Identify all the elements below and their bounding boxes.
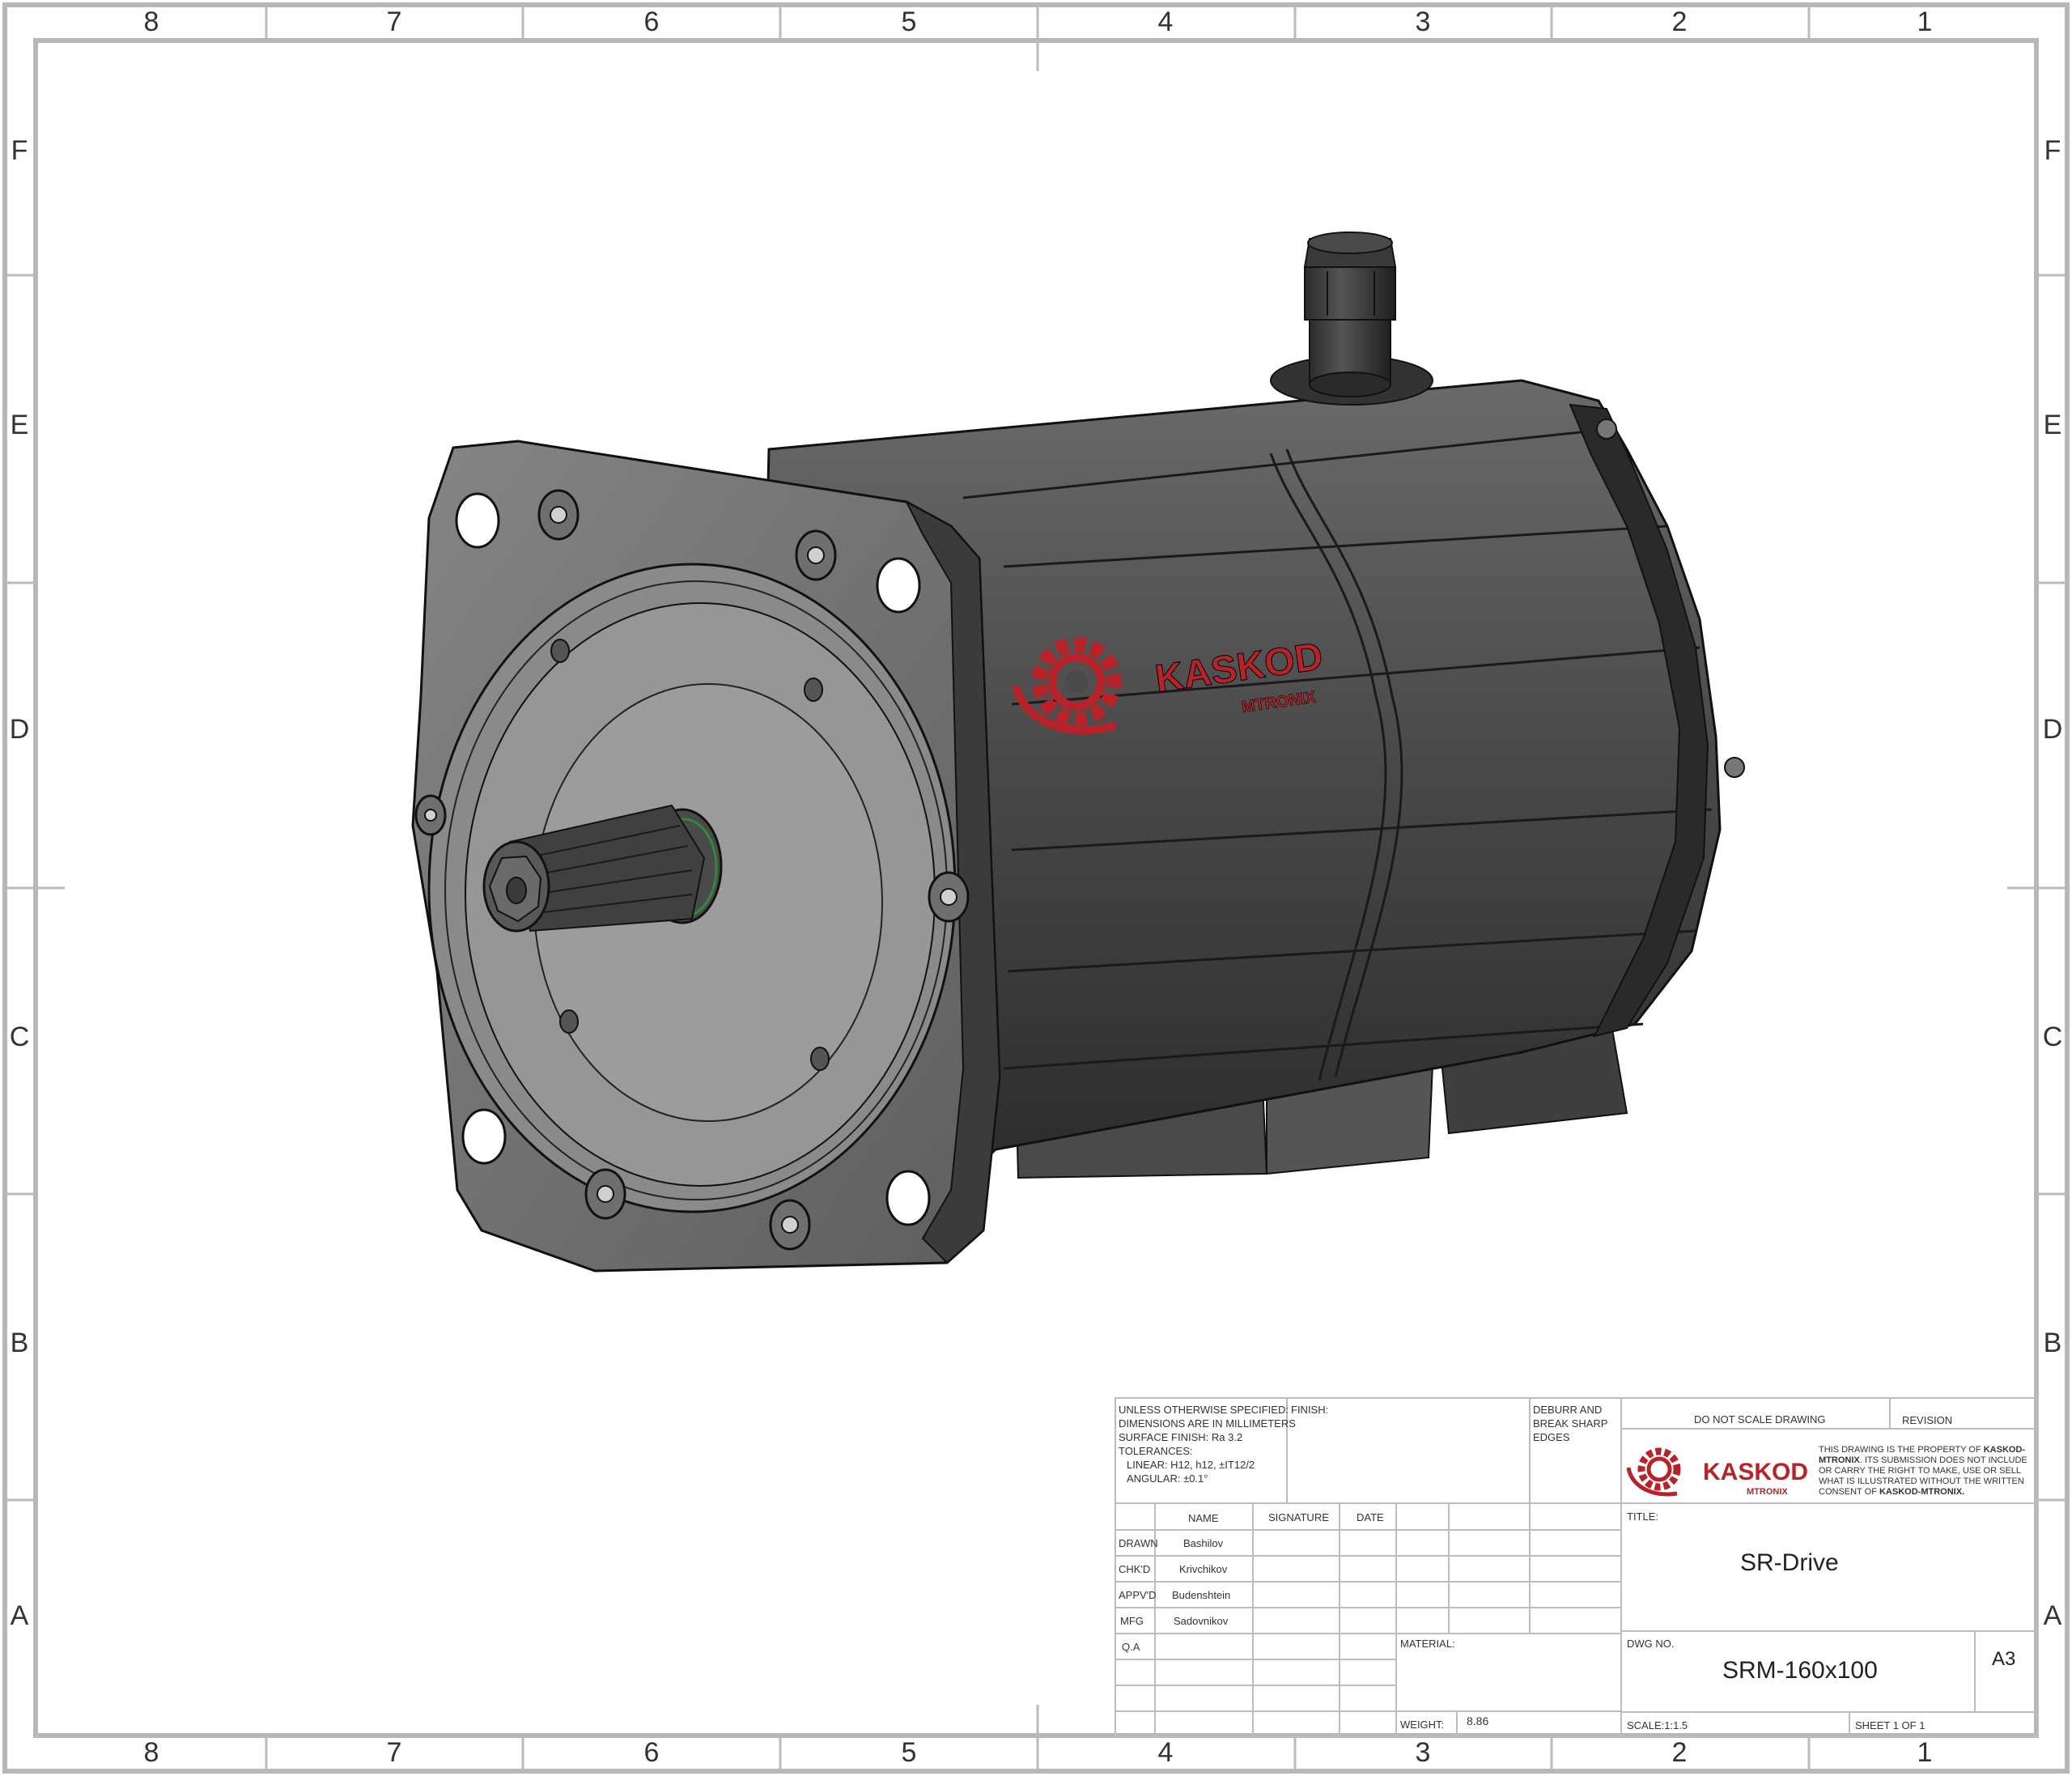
property-notice: THIS DRAWING IS THE PROPERTY OF KASKOD-M… [1819, 1445, 2033, 1498]
deburr-note: DEBURR AND BREAK SHARP EDGES [1533, 1403, 1607, 1444]
role-drawn: DRAWN [1119, 1537, 1158, 1549]
zone-column-5: 5 [901, 6, 917, 37]
sheet-count: SHEET 1 OF 1 [1855, 1719, 1926, 1731]
revision-label: REVISION [1902, 1414, 1953, 1426]
deburr-line: BREAK SHARP [1533, 1417, 1608, 1430]
material-label: MATERIAL: [1400, 1638, 1455, 1650]
drawing-sheet: KASKOD MTRONIX [2, 2, 2070, 1774]
zone-row-F: F [11, 135, 28, 166]
zone-column-6-bottom: 6 [643, 1737, 660, 1768]
weight-value: 8.86 [1467, 1714, 1489, 1727]
checked-by-name: Krivchikov [1179, 1563, 1228, 1575]
zone-row-B: B [10, 1328, 29, 1358]
spec-line: TOLERANCES: [1119, 1445, 1193, 1457]
notice-company: KASKOD-MTRONIX. [1879, 1487, 1965, 1497]
title-block-logo-gear [1626, 1447, 1681, 1497]
weight-label: WEIGHT: [1400, 1719, 1445, 1731]
zone-column-2-bottom: 2 [1671, 1737, 1688, 1768]
title-label: TITLE: [1627, 1510, 1659, 1523]
do-not-scale-label: DO NOT SCALE DRAWING [1694, 1413, 1826, 1425]
mfg-name: Sadovnikov [1174, 1615, 1229, 1627]
spec-line: LINEAR: H12, h12, ±IT12/2 [1127, 1459, 1255, 1471]
drawn-by-name: Bashilov [1183, 1537, 1224, 1549]
zone-column-1: 1 [1917, 6, 1933, 37]
role-mfg: MFG [1120, 1615, 1144, 1627]
zone-column-7-bottom: 7 [386, 1737, 402, 1768]
zone-column-3: 3 [1415, 6, 1431, 37]
zone-row-C: C [9, 1022, 30, 1052]
spec-line: DIMENSIONS ARE IN MILLIMETERS [1119, 1417, 1296, 1430]
notice-text: THIS DRAWING IS THE PROPERTY OF [1819, 1445, 1984, 1455]
role-checked: CHK'D [1119, 1563, 1151, 1575]
role-approved: APPV'D [1119, 1589, 1157, 1601]
zone-row-A-right: A [2043, 1600, 2062, 1631]
zone-row-F-right: F [2044, 135, 2061, 166]
zone-column-2: 2 [1671, 6, 1688, 37]
title-block-logo-subtext: MTRONIX [1747, 1487, 1788, 1497]
zone-row-D: D [9, 714, 30, 745]
approved-by-name: Budenshtein [1172, 1589, 1231, 1601]
zone-row-E: E [10, 410, 29, 440]
zone-row-E-right: E [2043, 410, 2062, 440]
zone-row-D-right: D [2042, 714, 2063, 745]
finish-label: FINISH: [1291, 1404, 1329, 1416]
role-qa: Q.A [1122, 1641, 1140, 1653]
zone-column-8: 8 [143, 6, 159, 37]
motor-illustration: KASKOD MTRONIX [411, 232, 1745, 1273]
zone-column-3-bottom: 3 [1415, 1737, 1431, 1768]
spec-line: UNLESS OTHERWISE SPECIFIED: [1119, 1404, 1289, 1416]
dwg-no-label: DWG NO. [1627, 1638, 1675, 1650]
zone-column-6: 6 [643, 6, 660, 37]
zone-column-4-bottom: 4 [1157, 1737, 1174, 1768]
zone-row-C-right: C [2042, 1022, 2063, 1052]
rear-screw [1596, 419, 1617, 440]
cable-gland [1270, 232, 1433, 406]
drawing-number: SRM-160x100 [1722, 1657, 1878, 1684]
drawing-title: SR-Drive [1740, 1549, 1839, 1576]
name-header: NAME [1188, 1512, 1219, 1524]
spec-line: ANGULAR: ±0.1° [1127, 1472, 1208, 1485]
deburr-line: DEBURR AND [1533, 1404, 1603, 1416]
zone-column-7: 7 [386, 6, 402, 37]
deburr-line: EDGES [1533, 1431, 1570, 1443]
date-header: DATE [1357, 1511, 1384, 1523]
title-block-logo-text: KASKOD [1703, 1459, 1809, 1485]
rear-screw [1724, 757, 1745, 778]
zone-row-A: A [10, 1600, 29, 1631]
zone-column-4: 4 [1157, 6, 1174, 37]
shaft-center-bore [506, 877, 527, 904]
spec-notes: UNLESS OTHERWISE SPECIFIED: DIMENSIONS A… [1119, 1403, 1296, 1485]
sheet-size: A3 [1992, 1648, 2016, 1670]
signature-header: SIGNATURE [1268, 1511, 1329, 1523]
zone-row-B-right: B [2043, 1328, 2062, 1358]
zone-column-8-bottom: 8 [143, 1737, 159, 1768]
zone-column-1-bottom: 1 [1917, 1737, 1933, 1768]
scale-label: SCALE:1:1.5 [1627, 1719, 1688, 1731]
zone-column-5-bottom: 5 [901, 1737, 917, 1768]
spec-line: SURFACE FINISH: Ra 3.2 [1119, 1431, 1243, 1443]
